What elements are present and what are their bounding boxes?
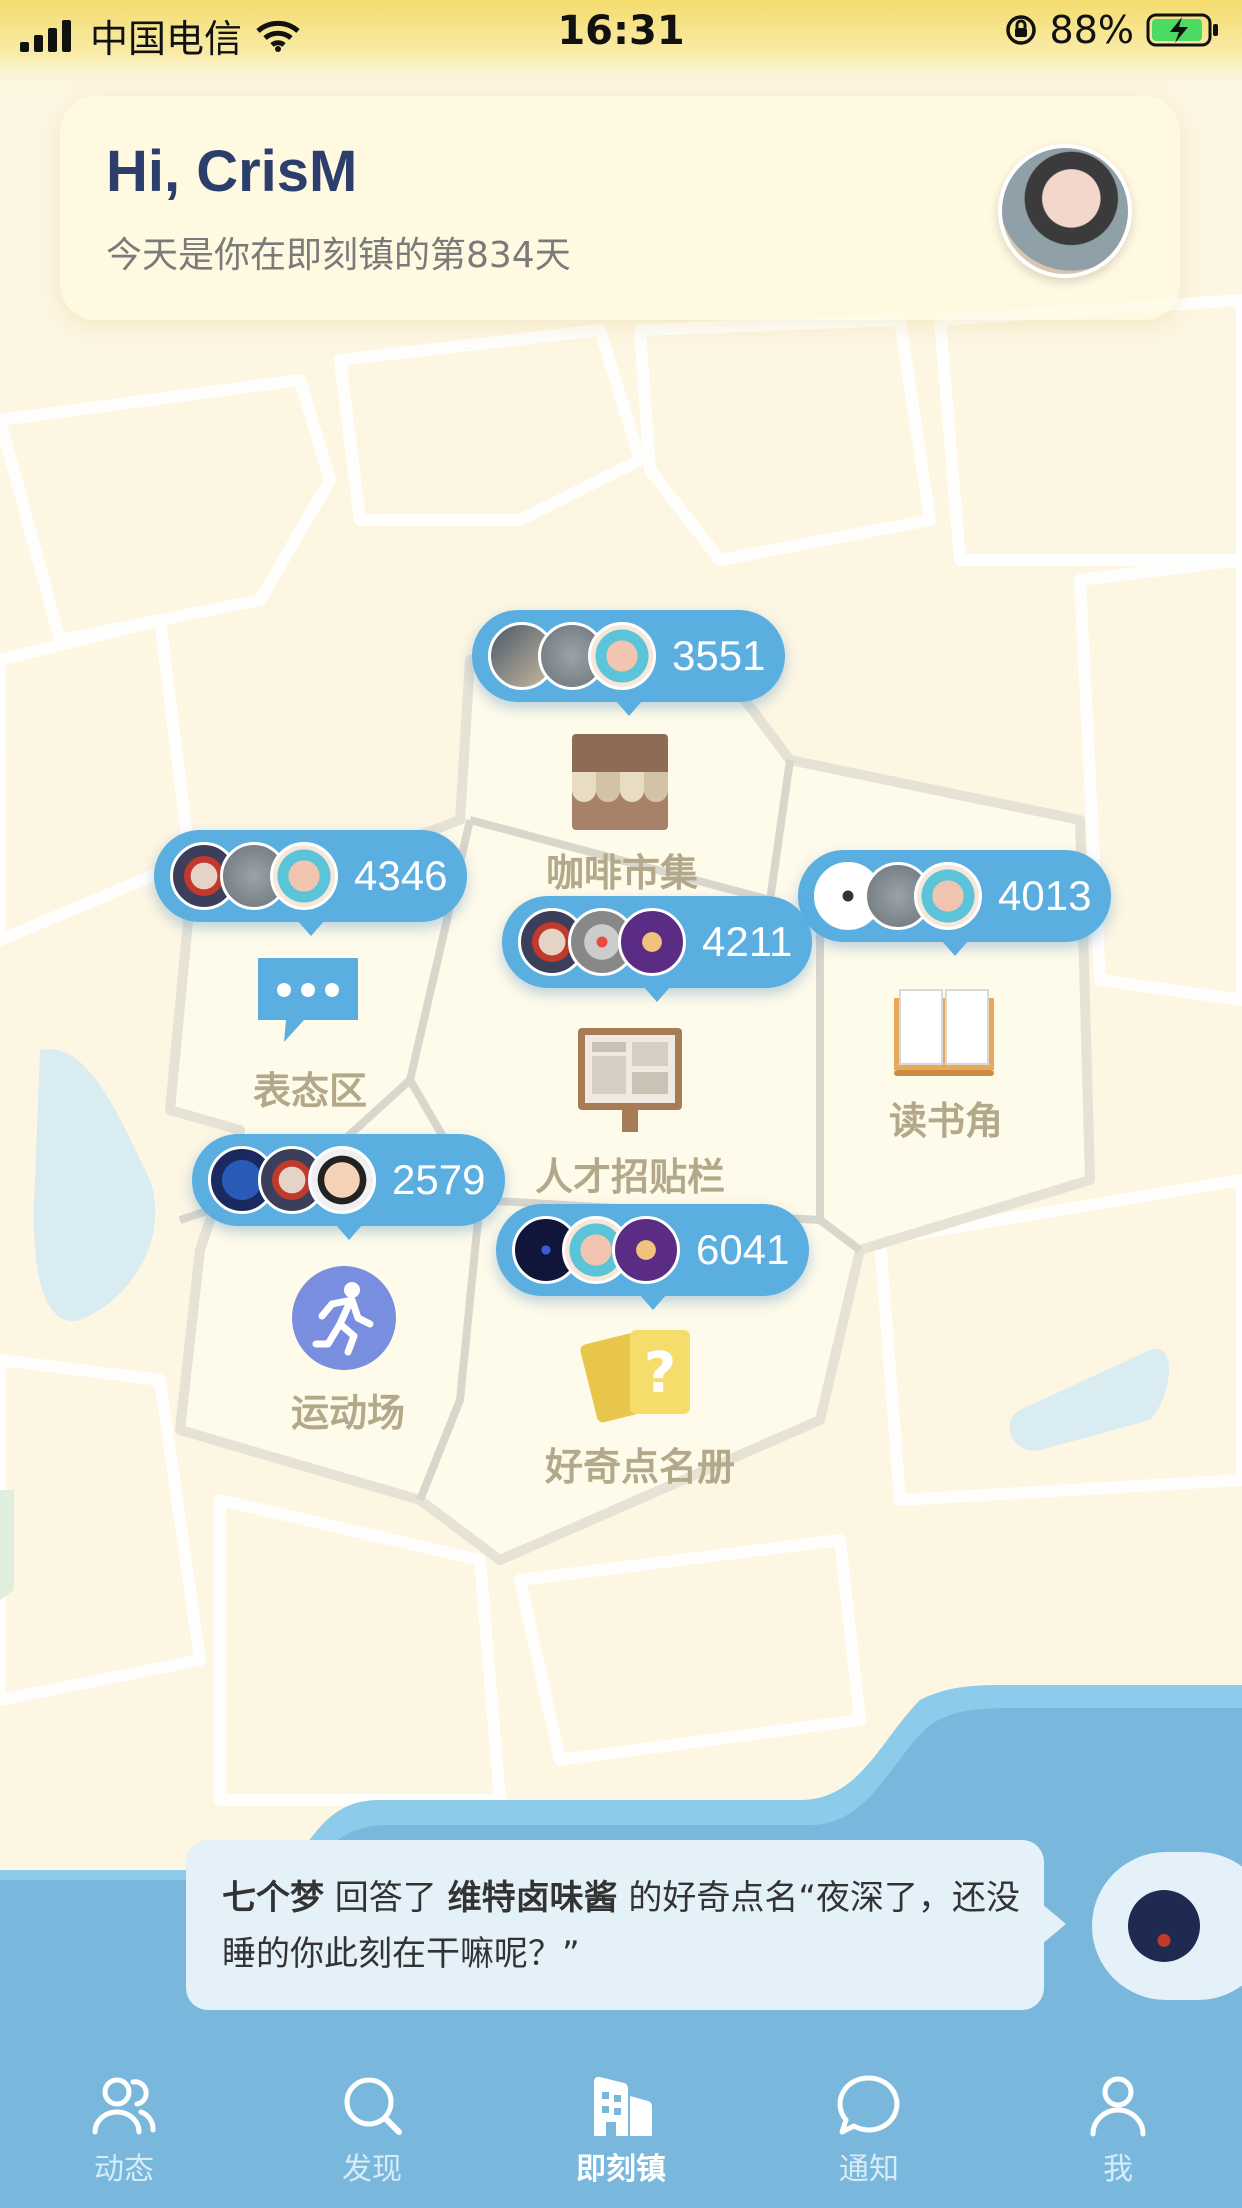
tab-me-label: 我 [1103, 2152, 1133, 2187]
member-avatar [308, 1146, 376, 1214]
coffee-market-label[interactable]: 咖啡市集 [492, 842, 752, 897]
visitor-count: 4013 [998, 872, 1092, 919]
member-avatar [270, 842, 338, 910]
opinion-zone-label[interactable]: 表态区 [180, 1060, 440, 1115]
notification-user[interactable]: 七个梦 [222, 1878, 324, 1918]
tab-notifications-label: 通知 [839, 2152, 899, 2187]
speech-bubble-icon[interactable] [254, 954, 362, 1046]
reading-corner-label[interactable]: 读书角 [816, 1090, 1076, 1145]
activity-notification[interactable]: 七个梦 回答了 维特卤味酱 的好奇点名“夜深了，还没睡的你此刻在干嘛呢？” [186, 1840, 1066, 2010]
notification-target[interactable]: 维特卤味酱 [448, 1878, 618, 1918]
battery-charging-icon [1146, 13, 1218, 47]
bulletin-board-icon[interactable] [576, 1026, 684, 1134]
tab-me[interactable]: 我 [994, 2060, 1242, 2208]
reading-corner-bubble[interactable]: 4013 [798, 850, 1112, 956]
tab-town-label: 即刻镇 [576, 2152, 666, 2187]
welcome-card: Hi, CrisM 今天是你在即刻镇的第834天 [60, 96, 1180, 320]
member-avatar [588, 622, 656, 690]
member-avatar [618, 908, 686, 976]
svg-text:?: ? [644, 1341, 676, 1406]
status-bar: 中国电信 16:31 88% [0, 0, 1242, 64]
talent-board-bubble[interactable]: 4211 [502, 896, 813, 1002]
visitor-count: 4211 [702, 918, 793, 965]
tab-discover[interactable]: 发现 [248, 2060, 496, 2208]
search-icon [344, 2077, 402, 2135]
question-cards-icon[interactable]: ? [580, 1324, 696, 1424]
coffee-market-bubble[interactable]: 3551 [472, 610, 786, 716]
tab-feed[interactable]: 动态 [0, 2060, 248, 2208]
tab-town[interactable]: 即刻镇 [497, 2060, 745, 2208]
town-icon [594, 2076, 652, 2136]
orientation-lock-icon [1005, 15, 1036, 45]
notification-avatar-container[interactable] [1092, 1852, 1242, 2000]
opinion-zone-bubble[interactable]: 4346 [154, 830, 468, 936]
chat-bubble-icon [837, 2075, 900, 2135]
person-icon [1090, 2076, 1146, 2137]
visitor-count: 6041 [696, 1226, 790, 1273]
sports-field-bubble[interactable]: 2579 [192, 1134, 506, 1240]
days-counter: 今天是你在即刻镇的第834天 [106, 235, 571, 276]
member-avatar [914, 862, 982, 930]
open-book-icon[interactable] [890, 986, 998, 1078]
visitor-count: 3551 [672, 632, 766, 679]
tab-feed-label: 动态 [94, 2152, 154, 2187]
notification-avatar[interactable] [1128, 1890, 1200, 1962]
coffee-market-icon[interactable] [570, 732, 670, 832]
sports-field-label[interactable]: 运动场 [218, 1382, 478, 1437]
member-avatar [612, 1216, 680, 1284]
tab-notifications[interactable]: 通知 [745, 2060, 993, 2208]
talent-board-label[interactable]: 人才招贴栏 [500, 1146, 760, 1201]
notification-action: 回答了 [324, 1878, 448, 1918]
battery-percent: 88% [1049, 8, 1134, 52]
curiosity-roster-label[interactable]: 好奇点名册 [510, 1436, 770, 1491]
running-person-icon[interactable] [292, 1266, 396, 1370]
tab-bar: 动态 发现 即刻镇 通知 我 [0, 2060, 1242, 2208]
tab-discover-label: 发现 [342, 2152, 402, 2187]
user-avatar[interactable] [998, 144, 1132, 278]
notification-text: 七个梦 回答了 维特卤味酱 的好奇点名“夜深了，还没睡的你此刻在干嘛呢？” [222, 1870, 1022, 1982]
people-icon [92, 2077, 156, 2135]
visitor-count: 4346 [354, 852, 448, 899]
greeting-title: Hi, CrisM [106, 139, 358, 204]
curiosity-roster-bubble[interactable]: 6041 [496, 1204, 810, 1310]
visitor-count: 2579 [392, 1156, 486, 1203]
